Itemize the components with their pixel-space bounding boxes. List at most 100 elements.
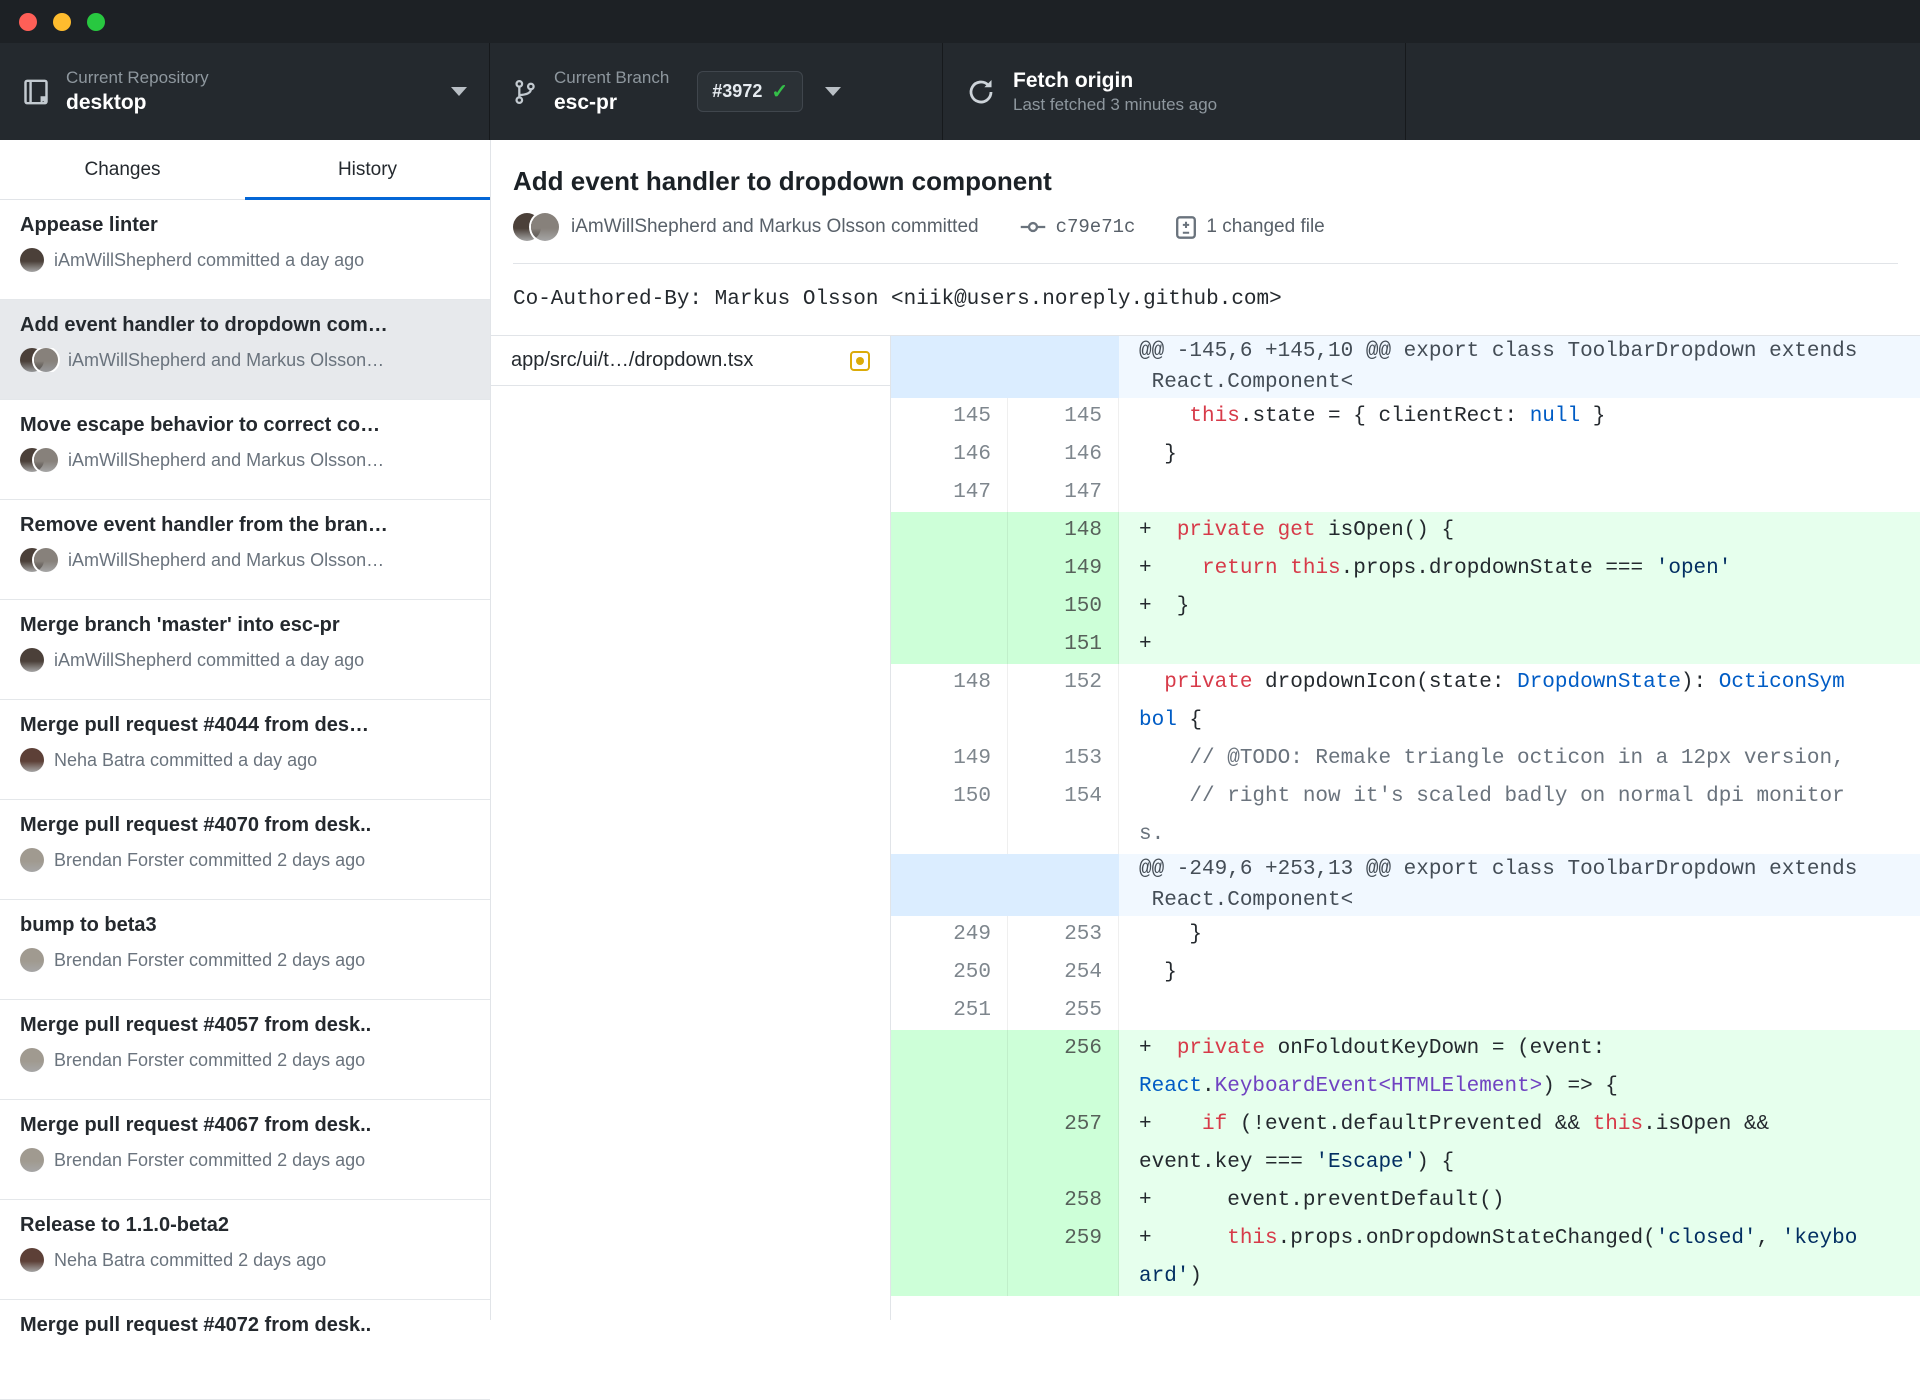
code-line: React.KeyboardEvent<HTMLElement>) => { <box>1139 1068 1920 1106</box>
commit-title: Merge pull request #4072 from desk.. <box>20 1314 470 1337</box>
history-commit-item[interactable]: Add event handler to dropdown com…iAmWil… <box>0 300 490 400</box>
commit-title: Move escape behavior to correct co… <box>20 414 470 437</box>
code-line: React.Component< <box>1139 885 1920 916</box>
avatar <box>34 548 58 572</box>
avatar <box>20 1248 44 1272</box>
tab-history[interactable]: History <box>245 140 490 199</box>
code-line: s. <box>1139 816 1920 854</box>
commit-meta-text: Brendan Forster committed 2 days ago <box>54 1050 365 1071</box>
commit-meta-text: Brendan Forster committed 2 days ago <box>54 850 365 871</box>
fetch-subtitle: Last fetched 3 minutes ago <box>1013 94 1217 116</box>
code-line: + <box>1139 626 1920 664</box>
commit-meta-text: iAmWillShepherd committed a day ago <box>54 650 364 671</box>
history-commit-item[interactable]: Merge pull request #4072 from desk.. <box>0 1300 490 1400</box>
history-commit-item[interactable]: Remove event handler from the bran…iAmWi… <box>0 500 490 600</box>
code-line: + private get isOpen() { <box>1139 512 1920 550</box>
commit-meta-text: iAmWillShepherd and Markus Olsson… <box>68 550 384 571</box>
old-line-number: 146 <box>891 436 1008 474</box>
commit-title: Merge pull request #4070 from desk.. <box>20 814 470 837</box>
code-line: + if (!event.defaultPrevented && this.is… <box>1139 1106 1920 1144</box>
avatar <box>20 1148 44 1172</box>
commit-byline: iAmWillShepherd and Markus Olsson commit… <box>513 213 1898 241</box>
fetch-origin-button[interactable]: Fetch origin Last fetched 3 minutes ago <box>943 43 1406 140</box>
history-commit-item[interactable]: Merge pull request #4044 from des…Neha B… <box>0 700 490 800</box>
code-line: } <box>1139 916 1920 954</box>
minimize-button[interactable] <box>53 13 71 31</box>
code-line: // @TODO: Remake triangle octicon in a 1… <box>1139 740 1920 778</box>
tab-changes[interactable]: Changes <box>0 140 245 199</box>
old-line-number <box>891 1182 1008 1220</box>
code-line: ard') <box>1139 1258 1920 1296</box>
check-passing-icon: ✓ <box>771 79 788 104</box>
new-line-number <box>1008 854 1119 916</box>
old-line-number <box>891 854 1008 916</box>
commit-summary-title: Add event handler to dropdown component <box>513 166 1898 197</box>
diff-line-row: 148+ private get isOpen() { <box>891 512 1920 550</box>
commit-meta: Brendan Forster committed 2 days ago <box>20 948 470 972</box>
commit-avatars <box>513 213 559 241</box>
commit-detail-pane: Add event handler to dropdown component … <box>490 140 1920 1320</box>
commit-meta: iAmWillShepherd committed a day ago <box>20 248 470 272</box>
history-commit-item[interactable]: Merge pull request #4070 from desk.. Bren… <box>0 800 490 900</box>
history-commit-item[interactable]: Merge pull request #4057 from desk..Bren… <box>0 1000 490 1100</box>
diff-line-row: 250254 } <box>891 954 1920 992</box>
commit-title: bump to beta3 <box>20 914 470 937</box>
commit-meta: iAmWillShepherd and Markus Olsson… <box>20 548 470 572</box>
diff-line-row: 149+ return this.props.dropdownState ===… <box>891 550 1920 588</box>
new-line-number: 152 <box>1008 664 1119 740</box>
code-line: @@ -145,6 +145,10 @@ export class Toolba… <box>1139 336 1920 367</box>
old-line-number <box>891 626 1008 664</box>
history-commit-item[interactable]: bump to beta3 Brendan Forster committed 2… <box>0 900 490 1000</box>
close-button[interactable] <box>19 13 37 31</box>
diff-code <box>1119 474 1920 512</box>
diff-hunk-header: @@ -249,6 +253,13 @@ export class Toolba… <box>891 854 1920 916</box>
history-commit-item[interactable]: Appease linteriAmWillShepherd committed … <box>0 200 490 300</box>
zoom-button[interactable] <box>87 13 105 31</box>
git-commit-icon <box>1019 213 1047 241</box>
diff-code: @@ -249,6 +253,13 @@ export class Toolba… <box>1119 854 1920 916</box>
current-branch-dropdown[interactable]: Current Branch esc-pr #3972 ✓ <box>490 43 943 140</box>
changed-files-group: 1 changed file <box>1175 214 1324 241</box>
current-repository-dropdown[interactable]: Current Repository desktop <box>0 43 490 140</box>
old-line-number <box>891 1106 1008 1182</box>
code-line: } <box>1139 436 1920 474</box>
history-commit-item[interactable]: Release to 1.1.0-beta2Neha Batra committ… <box>0 1200 490 1300</box>
repository-name: desktop <box>66 89 209 116</box>
code-line: this.state = { clientRect: null } <box>1139 398 1920 436</box>
changed-files-list: app/src/ui/t…/dropdown.tsx <box>491 336 891 1320</box>
new-line-number <box>1008 336 1119 398</box>
diff-line-row: 150+ } <box>891 588 1920 626</box>
chevron-down-icon <box>451 87 467 96</box>
sidebar: Changes History Appease linteriAmWillShe… <box>0 140 490 1320</box>
diff-code: + private get isOpen() { <box>1119 512 1920 550</box>
branch-name: esc-pr <box>554 89 669 116</box>
commit-meta: iAmWillShepherd and Markus Olsson… <box>20 448 470 472</box>
history-commit-item[interactable]: Move escape behavior to correct co… iAmWi… <box>0 400 490 500</box>
old-line-number: 145 <box>891 398 1008 436</box>
diff-view: @@ -145,6 +145,10 @@ export class Toolba… <box>891 336 1920 1320</box>
new-line-number: 253 <box>1008 916 1119 954</box>
history-commit-item[interactable]: Merge branch 'master' into esc-priAmWill… <box>0 600 490 700</box>
changed-file-item[interactable]: app/src/ui/t…/dropdown.tsx <box>491 336 890 386</box>
branch-label: Current Branch <box>554 67 669 89</box>
code-line: + private onFoldoutKeyDown = (event: <box>1139 1030 1920 1068</box>
old-line-number: 148 <box>891 664 1008 740</box>
commit-meta: Brendan Forster committed 2 days ago <box>20 1048 470 1072</box>
diff-hunk-header: @@ -145,6 +145,10 @@ export class Toolba… <box>891 336 1920 398</box>
old-line-number: 150 <box>891 778 1008 854</box>
commit-meta-text: iAmWillShepherd and Markus Olsson… <box>68 450 384 471</box>
diff-line-row: 147147 <box>891 474 1920 512</box>
code-line: } <box>1139 954 1920 992</box>
new-line-number: 154 <box>1008 778 1119 854</box>
commit-title: Merge pull request #4067 from desk.. <box>20 1114 470 1137</box>
avatar <box>20 848 44 872</box>
commit-title: Release to 1.1.0-beta2 <box>20 1214 470 1237</box>
avatar <box>20 1048 44 1072</box>
history-commit-item[interactable]: Merge pull request #4067 from desk..Bren… <box>0 1100 490 1200</box>
avatar <box>34 448 58 472</box>
code-line: + } <box>1139 588 1920 626</box>
old-line-number <box>891 550 1008 588</box>
old-line-number: 147 <box>891 474 1008 512</box>
diff-line-row: 145145 this.state = { clientRect: null } <box>891 398 1920 436</box>
commit-meta: Brendan Forster committed 2 days ago <box>20 848 470 872</box>
